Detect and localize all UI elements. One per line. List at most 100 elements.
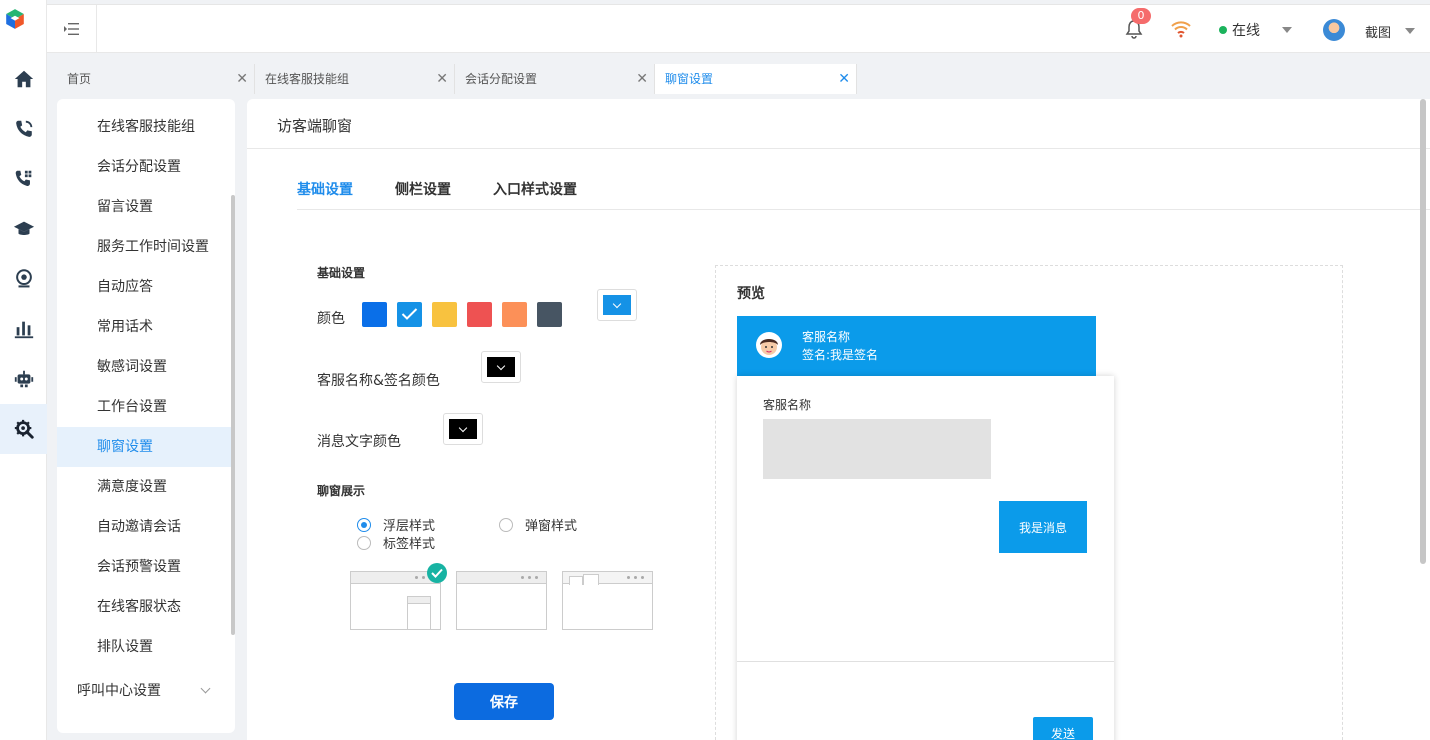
radio-tab-style[interactable]: 标签样式 [357,533,435,552]
tab-label: 首页 [67,72,92,86]
sidebar-item-work-hours[interactable]: 服务工作时间设置 [57,227,231,267]
sidebar-item-workbench[interactable]: 工作台设置 [57,387,231,427]
sidebar-item-sensitive-words[interactable]: 敏感词设置 [57,347,231,387]
app-logo [4,8,42,48]
tab-style-thumbnail[interactable] [562,571,653,630]
rail-settings[interactable] [0,404,47,454]
sidebar-item-skill-group[interactable]: 在线客服技能组 [57,107,231,147]
top-header: 0 在线 截图 [47,4,1430,53]
popup-style-thumbnail[interactable] [456,571,547,630]
color-swatch-red[interactable] [467,302,492,327]
page-title: 访客端聊窗 [277,117,353,135]
settings-sub-tabs: 基础设置 侧栏设置 入口样式设置 [297,179,619,199]
graduation-cap-icon [13,221,34,235]
phone-grid-icon [15,170,31,186]
tab-label: 在线客服技能组 [265,72,350,86]
chevron-down-icon [1282,27,1292,33]
tab-chat-window[interactable]: 聊窗设置 ✕ [655,64,857,94]
color-swatch-slate[interactable] [537,302,562,327]
radio-button[interactable] [357,517,371,532]
chevron-down-icon [449,419,477,439]
close-icon[interactable]: ✕ [436,64,448,94]
name-sign-color-picker[interactable] [481,351,521,383]
close-icon[interactable]: ✕ [236,64,248,94]
main-panel: 访客端聊窗 基础设置 侧栏设置 入口样式设置 基础设置 颜色 客服名称&签名颜色… [247,99,1430,740]
agent-signature: 签名:我是签名 [802,348,879,362]
page-tabs: 首页 ✕ 在线客服技能组 ✕ 会话分配设置 ✕ 聊窗设置 ✕ [57,64,857,94]
send-button: 发送 [1033,717,1093,740]
color-swatch-orange[interactable] [502,302,527,327]
chevron-down-icon [200,683,211,694]
name-sign-color-label: 客服名称&签名颜色 [317,373,440,389]
tab-basic-settings[interactable]: 基础设置 [297,179,353,199]
chevron-down-icon [603,295,631,315]
tab-label: 聊窗设置 [665,72,714,86]
tab-label: 会话分配设置 [465,72,538,86]
online-status-dropdown[interactable]: 在线 [1219,20,1292,40]
call-icon [15,120,32,137]
rail-training[interactable] [0,204,47,254]
sidebar-item-queue[interactable]: 排队设置 [57,627,231,667]
float-style-thumbnail[interactable] [350,571,441,630]
msg-text-color-picker[interactable] [443,413,483,445]
rail-monitor[interactable] [0,254,47,304]
settings-sidebar: 在线客服技能组 会话分配设置 留言设置 服务工作时间设置 自动应答 常用话术 敏… [57,99,235,733]
user-name[interactable]: 截图 [1365,22,1391,41]
color-swatch-yellow[interactable] [432,302,457,327]
section-title-basic: 基础设置 [317,266,366,280]
status-label: 在线 [1232,23,1260,39]
rail-stats[interactable] [0,304,47,354]
radio-label: 浮层样式 [383,519,436,534]
preview-chat-body: 客服名称 我是消息 发送 [737,376,1114,740]
radio-button[interactable] [499,517,513,532]
radio-popup-style[interactable]: 弹窗样式 [499,515,577,534]
radio-float-style[interactable]: 浮层样式 [357,515,435,534]
sidebar-group-label: 呼叫中心设置 [77,683,161,699]
save-button[interactable]: 保存 [454,683,554,720]
sidebar-group-call-center[interactable]: 呼叫中心设置 [57,671,231,711]
message-sender-name: 客服名称 [763,398,812,412]
sidebar-item-auto-reply[interactable]: 自动应答 [57,267,231,307]
online-dot-icon [1219,26,1227,34]
divider [737,661,1114,662]
custom-color-picker[interactable] [597,289,637,321]
tab-home[interactable]: 首页 ✕ [57,64,255,94]
close-icon[interactable]: ✕ [838,64,850,94]
tab-skill-group[interactable]: 在线客服技能组 ✕ [255,64,455,94]
color-swatch-blue[interactable] [362,302,387,327]
rail-call[interactable] [0,104,47,154]
bar-chart-icon [14,321,33,339]
sidebar-item-auto-invite[interactable]: 自动邀请会话 [57,507,231,547]
robot-icon [14,370,33,388]
color-swatch-sky[interactable] [397,302,422,327]
sidebar-item-message[interactable]: 留言设置 [57,187,231,227]
sidebar-item-chat-window[interactable]: 聊窗设置 [57,427,231,467]
chat-preview: 预览 客服名称 签名:我是签名 客服名称 我是消息 发送 [715,265,1343,740]
main-scrollbar[interactable] [1420,99,1426,564]
sidebar-item-quick-phrases[interactable]: 常用话术 [57,307,231,347]
user-avatar[interactable] [1323,19,1345,41]
sidebar-item-satisfaction[interactable]: 满意度设置 [57,467,231,507]
rail-phone-grid[interactable] [0,154,47,204]
rail-home[interactable] [0,54,47,104]
sidebar-item-agent-status[interactable]: 在线客服状态 [57,587,231,627]
radio-button[interactable] [357,535,371,550]
visitor-message-bubble: 我是消息 [999,501,1087,553]
app-rail [0,0,47,740]
radio-label: 弹窗样式 [525,519,578,534]
menu-toggle-button[interactable] [47,5,97,53]
color-label: 颜色 [317,311,345,327]
rail-robot[interactable] [0,354,47,404]
sidebar-item-session-assign[interactable]: 会话分配设置 [57,147,231,187]
tab-entry-style[interactable]: 入口样式设置 [493,179,577,199]
sidebar-item-session-alert[interactable]: 会话预警设置 [57,547,231,587]
tab-session-assign[interactable]: 会话分配设置 ✕ [455,64,655,94]
divider [247,148,1430,149]
settings-tools-icon [14,419,34,439]
sidebar-scrollbar[interactable] [231,195,235,635]
tab-sidebar-settings[interactable]: 侧栏设置 [395,179,451,199]
close-icon[interactable]: ✕ [636,64,648,94]
preview-chat-header: 客服名称 签名:我是签名 [737,316,1096,376]
user-menu-chevron-icon[interactable] [1405,28,1415,34]
agent-avatar [756,332,782,358]
